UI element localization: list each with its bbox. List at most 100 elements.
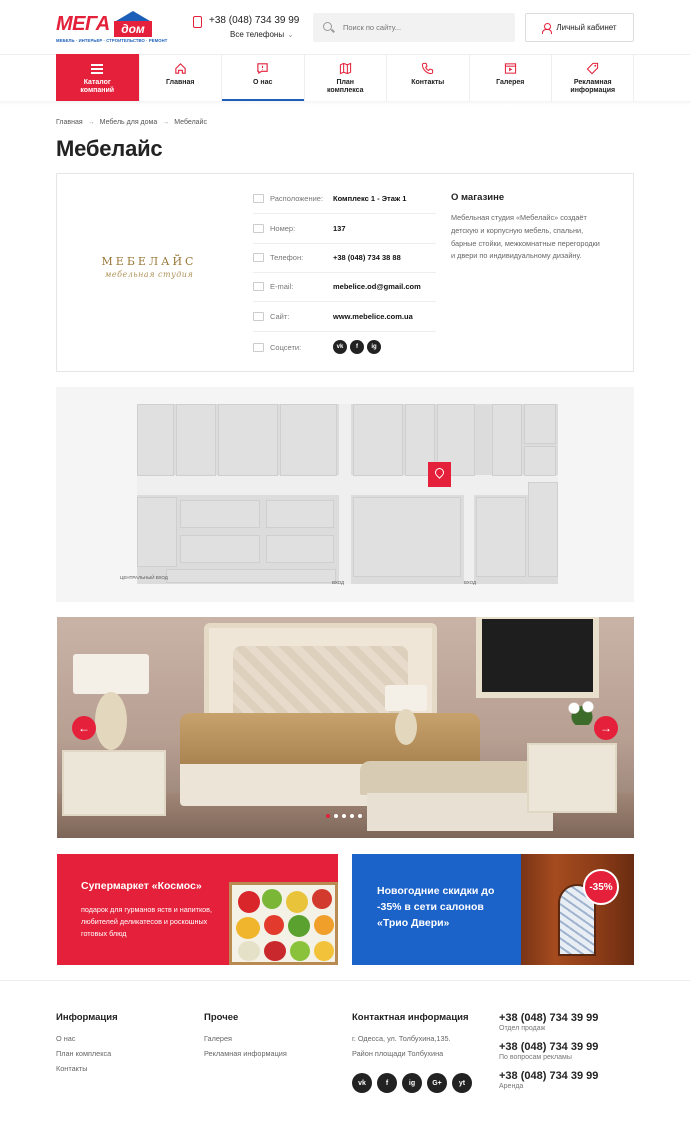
map-shop[interactable] — [280, 404, 337, 476]
slider-dot[interactable] — [358, 814, 362, 818]
info-value: Комплекс 1 - Этаж 1 — [333, 194, 407, 203]
store-logo-name: МЕБЕЛАЙС — [101, 255, 197, 268]
hash-icon — [253, 224, 264, 233]
complex-map[interactable]: ЦЕНТРАЛЬНЫЙ ВХОД ВХОД ВХОД — [56, 387, 634, 602]
footer-phone-rent[interactable]: +38 (048) 734 39 99 — [499, 1070, 598, 1082]
nav-contacts[interactable]: Контакты — [386, 54, 469, 101]
promo-text: подарок для гурманов яств и напитков, лю… — [81, 905, 212, 938]
search-box[interactable] — [313, 13, 515, 42]
nav-about-label: О нас — [253, 79, 273, 86]
map-shop[interactable] — [137, 404, 174, 476]
promo-title: Супермаркет «Космос» — [81, 880, 202, 892]
footer-phone-note: Аренда — [499, 1083, 524, 1090]
logo-tagline: МЕБЕЛЬ · ИНТЕРЬЕР · СТРОИТЕЛЬСТВО · РЕМО… — [56, 38, 168, 43]
chat-icon — [257, 63, 268, 75]
nav-about[interactable]: О нас — [221, 54, 304, 101]
footer-link-gallery[interactable]: Галерея — [204, 1034, 232, 1043]
slider-dot[interactable] — [342, 814, 346, 818]
map-shop[interactable] — [353, 497, 461, 577]
page-title: Мебелайс — [56, 136, 163, 161]
search-input[interactable] — [343, 13, 508, 42]
promo-trio-doors[interactable]: Новогодние скидки до -35% в сети салонов… — [352, 854, 634, 965]
nav-gallery-label: Галерея — [496, 79, 525, 86]
footer-phone-sales[interactable]: +38 (048) 734 39 99 — [499, 1012, 598, 1024]
nav-home[interactable]: Главная — [138, 54, 222, 101]
map-shop[interactable] — [476, 497, 526, 577]
map-shop[interactable] — [524, 404, 556, 444]
map-icon — [339, 62, 351, 75]
personal-cabinet-button[interactable]: Личный кабинет — [525, 13, 634, 42]
google-plus-icon[interactable]: G+ — [427, 1073, 447, 1093]
search-icon[interactable] — [323, 22, 332, 31]
slider-dot[interactable] — [326, 814, 330, 818]
map-shop[interactable] — [524, 446, 556, 476]
map-shop[interactable] — [492, 404, 522, 476]
footer-link-contacts[interactable]: Контакты — [56, 1064, 88, 1073]
nav-shadow — [0, 101, 690, 105]
facebook-icon[interactable]: f — [377, 1073, 397, 1093]
vk-icon[interactable]: vk — [352, 1073, 372, 1093]
footer-address: г. Одесса, ул. Толбухина,135. — [352, 1034, 451, 1043]
footer-link-about[interactable]: О нас — [56, 1034, 75, 1043]
footer-link-plan[interactable]: План комплекса — [56, 1049, 111, 1058]
map-label-entrance: ВХОД — [464, 580, 477, 585]
nav-ads[interactable]: Рекламная информация — [551, 54, 634, 101]
store-social-links: vk f ig — [333, 340, 381, 354]
map-shop[interactable] — [528, 482, 558, 577]
map-shop[interactable] — [180, 535, 260, 563]
info-value: 137 — [333, 224, 346, 233]
map-shop[interactable] — [353, 404, 403, 476]
all-phones-dropdown[interactable]: Все телефоны ⌄ — [230, 30, 294, 39]
tv-shape — [476, 617, 599, 698]
map-shop[interactable] — [218, 404, 278, 476]
slider-dot[interactable] — [350, 814, 354, 818]
store-logo-sub: мебельная студия — [104, 270, 194, 279]
store-site-link[interactable]: www.mebelice.com.ua — [333, 312, 413, 321]
instagram-icon[interactable]: ig — [402, 1073, 422, 1093]
footer-phone-note: По вопросам рекламы — [499, 1054, 572, 1061]
mobile-phone-icon — [193, 16, 202, 28]
slider-next-button[interactable]: → — [594, 716, 618, 740]
info-label: Номер: — [270, 224, 296, 233]
slider-prev-button[interactable]: ← — [72, 716, 96, 740]
photo-slider[interactable] — [57, 617, 634, 838]
map-shop[interactable] — [166, 569, 336, 583]
map-shop[interactable] — [266, 500, 334, 528]
nav-plan[interactable]: План комплекса — [303, 54, 387, 101]
footer-phone-note: Отдел продаж — [499, 1025, 546, 1032]
map-shop[interactable] — [137, 497, 177, 567]
footer-link-ads[interactable]: Рекламная информация — [204, 1049, 287, 1058]
location-icon — [253, 194, 264, 203]
logo-roof-icon — [116, 11, 150, 21]
vk-icon[interactable]: vk — [333, 340, 347, 354]
footer-phone-ads[interactable]: +38 (048) 734 39 99 — [499, 1041, 598, 1053]
site-logo[interactable]: МЕГА дом МЕБЕЛЬ · ИНТЕРЬЕР · СТРОИТЕЛЬСТ… — [56, 11, 167, 45]
store-phone-link[interactable]: +38 (048) 734 38 88 — [333, 253, 401, 262]
nav-ads-label: Рекламная информация — [570, 79, 616, 94]
nav-gallery[interactable]: Галерея — [468, 54, 552, 101]
phone-icon — [253, 253, 264, 262]
store-email-link[interactable]: mebelice.od@gmail.com — [333, 282, 421, 291]
promo-kosmos[interactable]: Супермаркет «Космос» подарок для гурмано… — [57, 854, 338, 965]
breadcrumb-home[interactable]: Главная — [56, 119, 83, 126]
footer-info-title: Информация — [56, 1012, 118, 1023]
map-shop[interactable] — [180, 500, 260, 528]
header-phone[interactable]: +38 (048) 734 39 99 — [209, 15, 299, 26]
logo-main-text: МЕГА — [56, 13, 110, 35]
discount-badge: -35% — [583, 869, 619, 905]
map-pin-icon[interactable] — [428, 462, 451, 487]
info-label: Соцсети: — [270, 342, 302, 352]
info-row-number: Номер: 137 — [253, 214, 436, 244]
instagram-icon[interactable]: ig — [367, 340, 381, 354]
nav-catalog[interactable]: Каталог компаний — [56, 54, 139, 101]
user-icon — [542, 22, 553, 34]
slider-dot[interactable] — [334, 814, 338, 818]
footer-social-links: vk f ig G+ yt — [352, 1073, 472, 1093]
facebook-icon[interactable]: f — [350, 340, 364, 354]
map-shop[interactable] — [266, 535, 334, 563]
youtube-icon[interactable]: yt — [452, 1073, 472, 1093]
mail-icon — [253, 282, 264, 291]
map-shop[interactable] — [176, 404, 216, 476]
breadcrumb-category[interactable]: Мебель для дома — [100, 119, 158, 126]
info-label: E-mail: — [270, 282, 294, 291]
